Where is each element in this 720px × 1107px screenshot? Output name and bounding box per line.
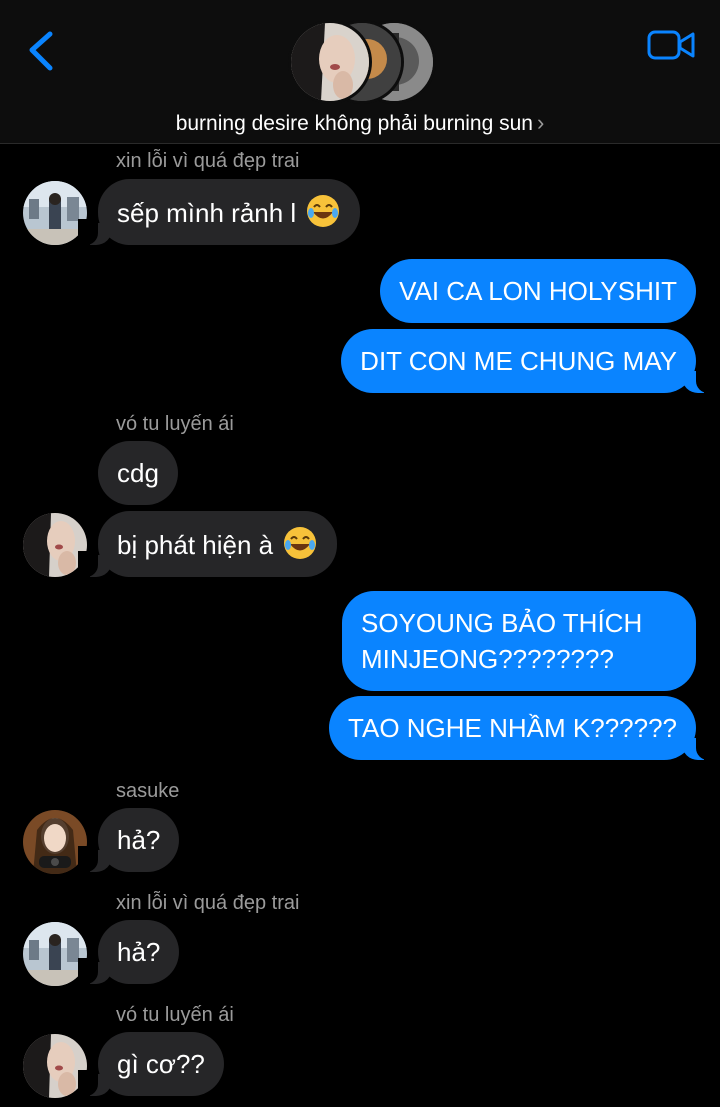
message-text: cdg <box>117 458 159 488</box>
joy-emoji-icon <box>284 527 317 559</box>
message-bubble-incoming[interactable]: hả? <box>77 920 180 984</box>
message-text: TAO NGHE NHẦM K?????? <box>348 713 677 743</box>
message-bubble-incoming[interactable]: hả? <box>77 808 180 872</box>
sender-name: sasuke <box>116 780 180 802</box>
message-text: bị phát hiện à <box>117 530 274 560</box>
joy-emoji-icon <box>307 195 340 227</box>
message-text: hả? <box>117 825 161 855</box>
message-text-line-1: SOYOUNG BẢO THÍCH <box>361 608 643 638</box>
sender-name: xin lỗi vì quá đẹp trai <box>116 892 300 914</box>
message-list[interactable]: xin lỗi vì quá đẹp trai sếp mình rảnh l … <box>0 0 720 1107</box>
message-bubble-incoming[interactable]: cdg <box>98 441 178 505</box>
message-bubble-outgoing[interactable]: SOYOUNG BẢO THÍCH MINJEONG???????? <box>342 591 696 691</box>
sender-name: vó tu luyến ái <box>116 1004 234 1026</box>
message-text: VAI CA LON HOLYSHIT <box>399 276 677 306</box>
message-bubble-incoming[interactable]: gì cơ?? <box>78 1032 224 1096</box>
sender-name: xin lỗi vì quá đẹp trai <box>116 150 300 172</box>
message-text: DIT CON ME CHUNG MAY <box>360 346 677 376</box>
message-bubble-outgoing[interactable]: VAI CA LON HOLYSHIT <box>380 259 696 323</box>
message-bubble-outgoing[interactable]: TAO NGHE NHẦM K?????? <box>329 696 716 760</box>
sender-name: vó tu luyến ái <box>116 413 234 435</box>
message-text: sếp mình rảnh l <box>117 198 297 228</box>
message-bubble-incoming[interactable]: bị phát hiện à <box>77 511 338 577</box>
message-text: hả? <box>117 937 161 967</box>
message-text-line-2: MINJEONG???????? <box>361 644 614 674</box>
message-text: gì cơ?? <box>117 1049 205 1079</box>
message-bubble-outgoing[interactable]: DIT CON ME CHUNG MAY <box>341 329 716 393</box>
message-bubble-incoming[interactable]: sếp mình rảnh l <box>77 179 361 245</box>
